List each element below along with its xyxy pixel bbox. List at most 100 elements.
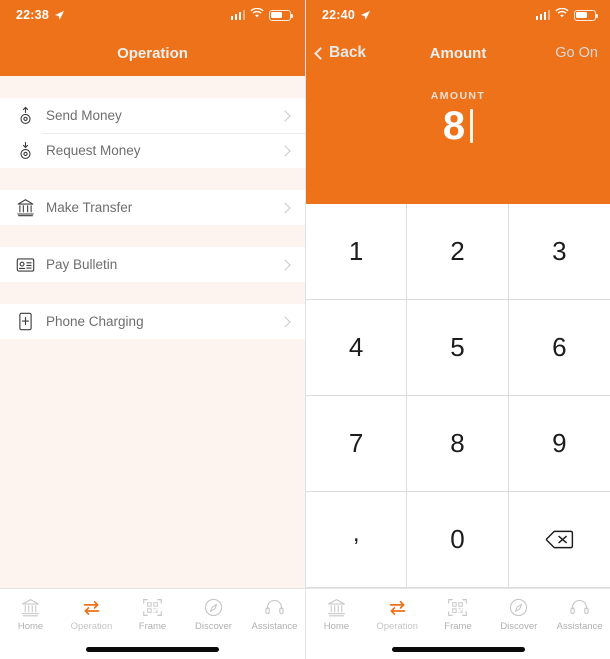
amount-input[interactable]: 8	[443, 106, 474, 146]
sidebar-item-pay-bulletin[interactable]: Pay Bulletin	[0, 247, 305, 282]
chevron-right-icon	[279, 201, 291, 214]
tab-label: Assistance	[556, 621, 603, 632]
battery-icon	[269, 9, 294, 21]
key-comma[interactable]: ,	[306, 492, 408, 588]
key-2[interactable]: 2	[407, 204, 509, 300]
tab-label: Home	[323, 621, 350, 632]
tab-discover[interactable]: Discover	[488, 597, 549, 632]
page-title: Operation	[117, 44, 188, 62]
status-right	[535, 7, 599, 22]
operation-group-bulletin: Pay Bulletin	[0, 247, 305, 282]
bank-icon	[14, 198, 36, 217]
key-5[interactable]: 5	[407, 300, 509, 396]
home-indicator-right	[306, 640, 610, 659]
bank-building-icon	[326, 597, 347, 618]
tab-bar-right: Home Operation Frame Discover Assistance	[306, 588, 610, 640]
sidebar-item-make-transfer[interactable]: Make Transfer	[0, 190, 305, 225]
back-button[interactable]: Back	[306, 44, 366, 62]
bank-building-icon	[20, 597, 41, 618]
tab-label: Discover	[195, 621, 232, 632]
backspace-icon	[545, 529, 574, 550]
key-9[interactable]: 9	[508, 396, 610, 492]
key-8[interactable]: 8	[407, 396, 509, 492]
bulletin-card-icon	[14, 257, 36, 273]
operation-group-money: Send Money Request Money	[0, 98, 305, 168]
operation-group-phone: Phone Charging	[0, 304, 305, 339]
sidebar-item-label: Send Money	[46, 108, 122, 123]
compass-icon	[508, 597, 529, 618]
signal-bars-icon	[230, 10, 245, 20]
amount-screen: 22:40 Back Amount Go On AMOUNT 8 1 2 3 4…	[305, 0, 610, 659]
list-spacer	[0, 168, 305, 190]
operation-list: Send Money Request Money Make Transfer P…	[0, 76, 305, 588]
tab-label: Frame	[138, 621, 167, 632]
tab-home[interactable]: Home	[0, 597, 61, 632]
dual-screen-container: 22:38 Operation Send Money Request Money…	[0, 0, 610, 659]
status-time: 22:38	[16, 8, 49, 22]
tab-discover[interactable]: Discover	[183, 597, 244, 632]
tab-bar-left: Home Operation Frame Discover Assistance	[0, 588, 305, 640]
qr-scan-icon	[447, 597, 468, 618]
list-spacer	[0, 76, 305, 98]
nav-bar-right: Back Amount Go On	[306, 30, 610, 76]
wifi-icon	[250, 7, 264, 22]
go-on-button[interactable]: Go On	[555, 45, 610, 61]
list-spacer	[0, 225, 305, 247]
sidebar-item-label: Make Transfer	[46, 200, 133, 215]
status-time: 22:40	[322, 8, 355, 22]
tab-frame[interactable]: Frame	[122, 597, 183, 632]
transfer-arrows-icon	[387, 597, 408, 618]
status-left: 22:40	[322, 8, 371, 22]
tab-assistance[interactable]: Assistance	[549, 597, 610, 632]
qr-scan-icon	[142, 597, 163, 618]
phone-charging-icon	[14, 312, 36, 331]
status-bar-right: 22:40	[306, 0, 610, 30]
back-label: Back	[329, 44, 367, 61]
operation-group-transfer: Make Transfer	[0, 190, 305, 225]
status-left: 22:38	[16, 8, 65, 22]
tab-home[interactable]: Home	[306, 597, 367, 632]
chevron-right-icon	[279, 258, 291, 271]
transfer-arrows-icon	[81, 597, 102, 618]
key-4[interactable]: 4	[306, 300, 408, 396]
key-7[interactable]: 7	[306, 396, 408, 492]
compass-icon	[203, 597, 224, 618]
key-1[interactable]: 1	[306, 204, 408, 300]
battery-icon	[574, 9, 599, 21]
text-cursor	[470, 109, 474, 143]
location-arrow-icon	[54, 10, 65, 21]
arrow-down-coin-icon	[14, 141, 36, 160]
amount-label: AMOUNT	[430, 90, 486, 102]
sidebar-item-label: Phone Charging	[46, 314, 144, 329]
key-backspace[interactable]	[508, 492, 610, 588]
list-spacer	[0, 282, 305, 304]
tab-operation[interactable]: Operation	[61, 597, 122, 632]
wifi-icon	[555, 7, 569, 22]
chevron-right-icon	[279, 315, 291, 328]
tab-label: Frame	[444, 621, 472, 632]
tab-label: Assistance	[251, 621, 298, 632]
sidebar-item-send-money[interactable]: Send Money	[0, 98, 305, 133]
home-indicator-bar	[391, 647, 525, 652]
nav-bar-left: Operation	[0, 30, 305, 76]
signal-bars-icon	[535, 10, 550, 20]
tab-operation[interactable]: Operation	[367, 597, 428, 632]
sidebar-item-request-money[interactable]: Request Money	[0, 133, 305, 168]
headset-icon	[264, 597, 285, 618]
status-bar-left: 22:38	[0, 0, 305, 30]
home-indicator-bar	[86, 647, 219, 652]
tab-frame[interactable]: Frame	[428, 597, 489, 632]
numeric-keypad: 1 2 3 4 5 6 7 8 9 , 0	[306, 204, 610, 588]
status-right	[230, 7, 294, 22]
sidebar-item-phone-charging[interactable]: Phone Charging	[0, 304, 305, 339]
sidebar-item-label: Pay Bulletin	[46, 257, 118, 272]
key-3[interactable]: 3	[508, 204, 610, 300]
key-6[interactable]: 6	[508, 300, 610, 396]
key-0[interactable]: 0	[407, 492, 509, 588]
chevron-right-icon	[279, 109, 291, 122]
tab-label: Home	[17, 621, 44, 632]
tab-assistance[interactable]: Assistance	[244, 597, 305, 632]
amount-display: AMOUNT 8	[306, 76, 610, 204]
operation-screen: 22:38 Operation Send Money Request Money…	[0, 0, 305, 659]
tab-label: Discover	[500, 621, 538, 632]
